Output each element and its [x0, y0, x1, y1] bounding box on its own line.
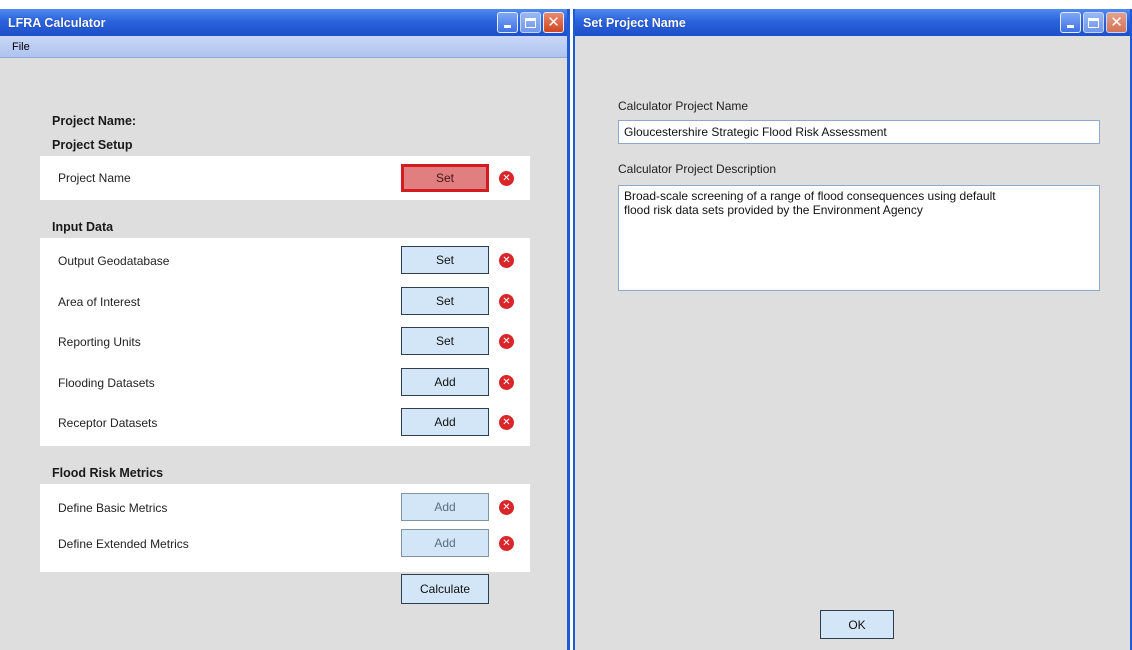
error-x-icon: ✕ — [499, 536, 514, 551]
row-label-receptor-datasets: Receptor Datasets — [58, 416, 158, 430]
maximize-icon — [525, 17, 536, 28]
row-label-define-basic-metrics: Define Basic Metrics — [58, 501, 168, 515]
maximize-button[interactable] — [520, 12, 541, 33]
left-title-bar[interactable]: LFRA Calculator ✕ — [0, 9, 567, 36]
add-basic-metrics-button[interactable]: Add — [401, 493, 489, 521]
project-setup-heading: Project Setup — [52, 138, 133, 152]
project-name-field-label: Calculator Project Name — [618, 99, 749, 113]
ok-button[interactable]: OK — [820, 610, 894, 639]
close-icon: ✕ — [547, 13, 560, 31]
maximize-icon — [1088, 17, 1099, 28]
project-name-label: Project Name: — [52, 114, 137, 128]
minimize-button[interactable] — [497, 12, 518, 33]
maximize-button[interactable] — [1083, 12, 1104, 33]
row-label-area-of-interest: Area of Interest — [58, 295, 141, 309]
error-x-icon: ✕ — [499, 171, 514, 186]
calculate-button[interactable]: Calculate — [401, 574, 489, 604]
minimize-icon — [1067, 25, 1074, 28]
close-button[interactable]: ✕ — [543, 12, 564, 33]
row-label-output-geodatabase: Output Geodatabase — [58, 254, 170, 268]
error-x-icon: ✕ — [499, 415, 514, 430]
set-reporting-units-button[interactable]: Set — [401, 327, 489, 355]
input-data-heading: Input Data — [52, 220, 114, 234]
error-x-icon: ✕ — [499, 500, 514, 515]
flood-risk-metrics-heading: Flood Risk Metrics — [52, 466, 164, 480]
close-icon: ✕ — [1110, 13, 1123, 31]
left-window-controls: ✕ — [497, 12, 564, 33]
add-flooding-datasets-button[interactable]: Add — [401, 368, 489, 396]
set-project-name-dialog: Set Project Name ✕ Calculator Project Na… — [573, 9, 1132, 650]
set-output-geodatabase-button[interactable]: Set — [401, 246, 489, 274]
dialog-window-controls: ✕ — [1060, 12, 1127, 33]
add-receptor-datasets-button[interactable]: Add — [401, 408, 489, 436]
error-x-icon: ✕ — [499, 375, 514, 390]
project-description-textarea[interactable]: Broad-scale screening of a range of floo… — [618, 185, 1100, 291]
minimize-icon — [504, 25, 511, 28]
row-label-reporting-units: Reporting Units — [58, 335, 141, 349]
error-x-icon: ✕ — [499, 294, 514, 309]
project-name-input[interactable] — [618, 120, 1100, 144]
dialog-title: Set Project Name — [583, 15, 686, 30]
close-button[interactable]: ✕ — [1106, 12, 1127, 33]
error-x-icon: ✕ — [499, 334, 514, 349]
menu-file[interactable]: File — [8, 39, 34, 55]
set-project-name-button[interactable]: Set — [401, 164, 489, 192]
row-label-project-name: Project Name — [58, 171, 131, 185]
error-x-icon: ✕ — [499, 253, 514, 268]
right-title-bar[interactable]: Set Project Name ✕ — [575, 9, 1130, 36]
menu-bar: File — [0, 36, 567, 58]
lfra-calculator-window: LFRA Calculator ✕ File Project Name: Pro… — [0, 9, 570, 650]
row-label-flooding-datasets: Flooding Datasets — [58, 376, 155, 390]
add-extended-metrics-button[interactable]: Add — [401, 529, 489, 557]
minimize-button[interactable] — [1060, 12, 1081, 33]
row-label-define-extended-metrics: Define Extended Metrics — [58, 537, 189, 551]
project-description-field-label: Calculator Project Description — [618, 162, 777, 176]
left-window-title: LFRA Calculator — [8, 15, 106, 30]
set-area-of-interest-button[interactable]: Set — [401, 287, 489, 315]
